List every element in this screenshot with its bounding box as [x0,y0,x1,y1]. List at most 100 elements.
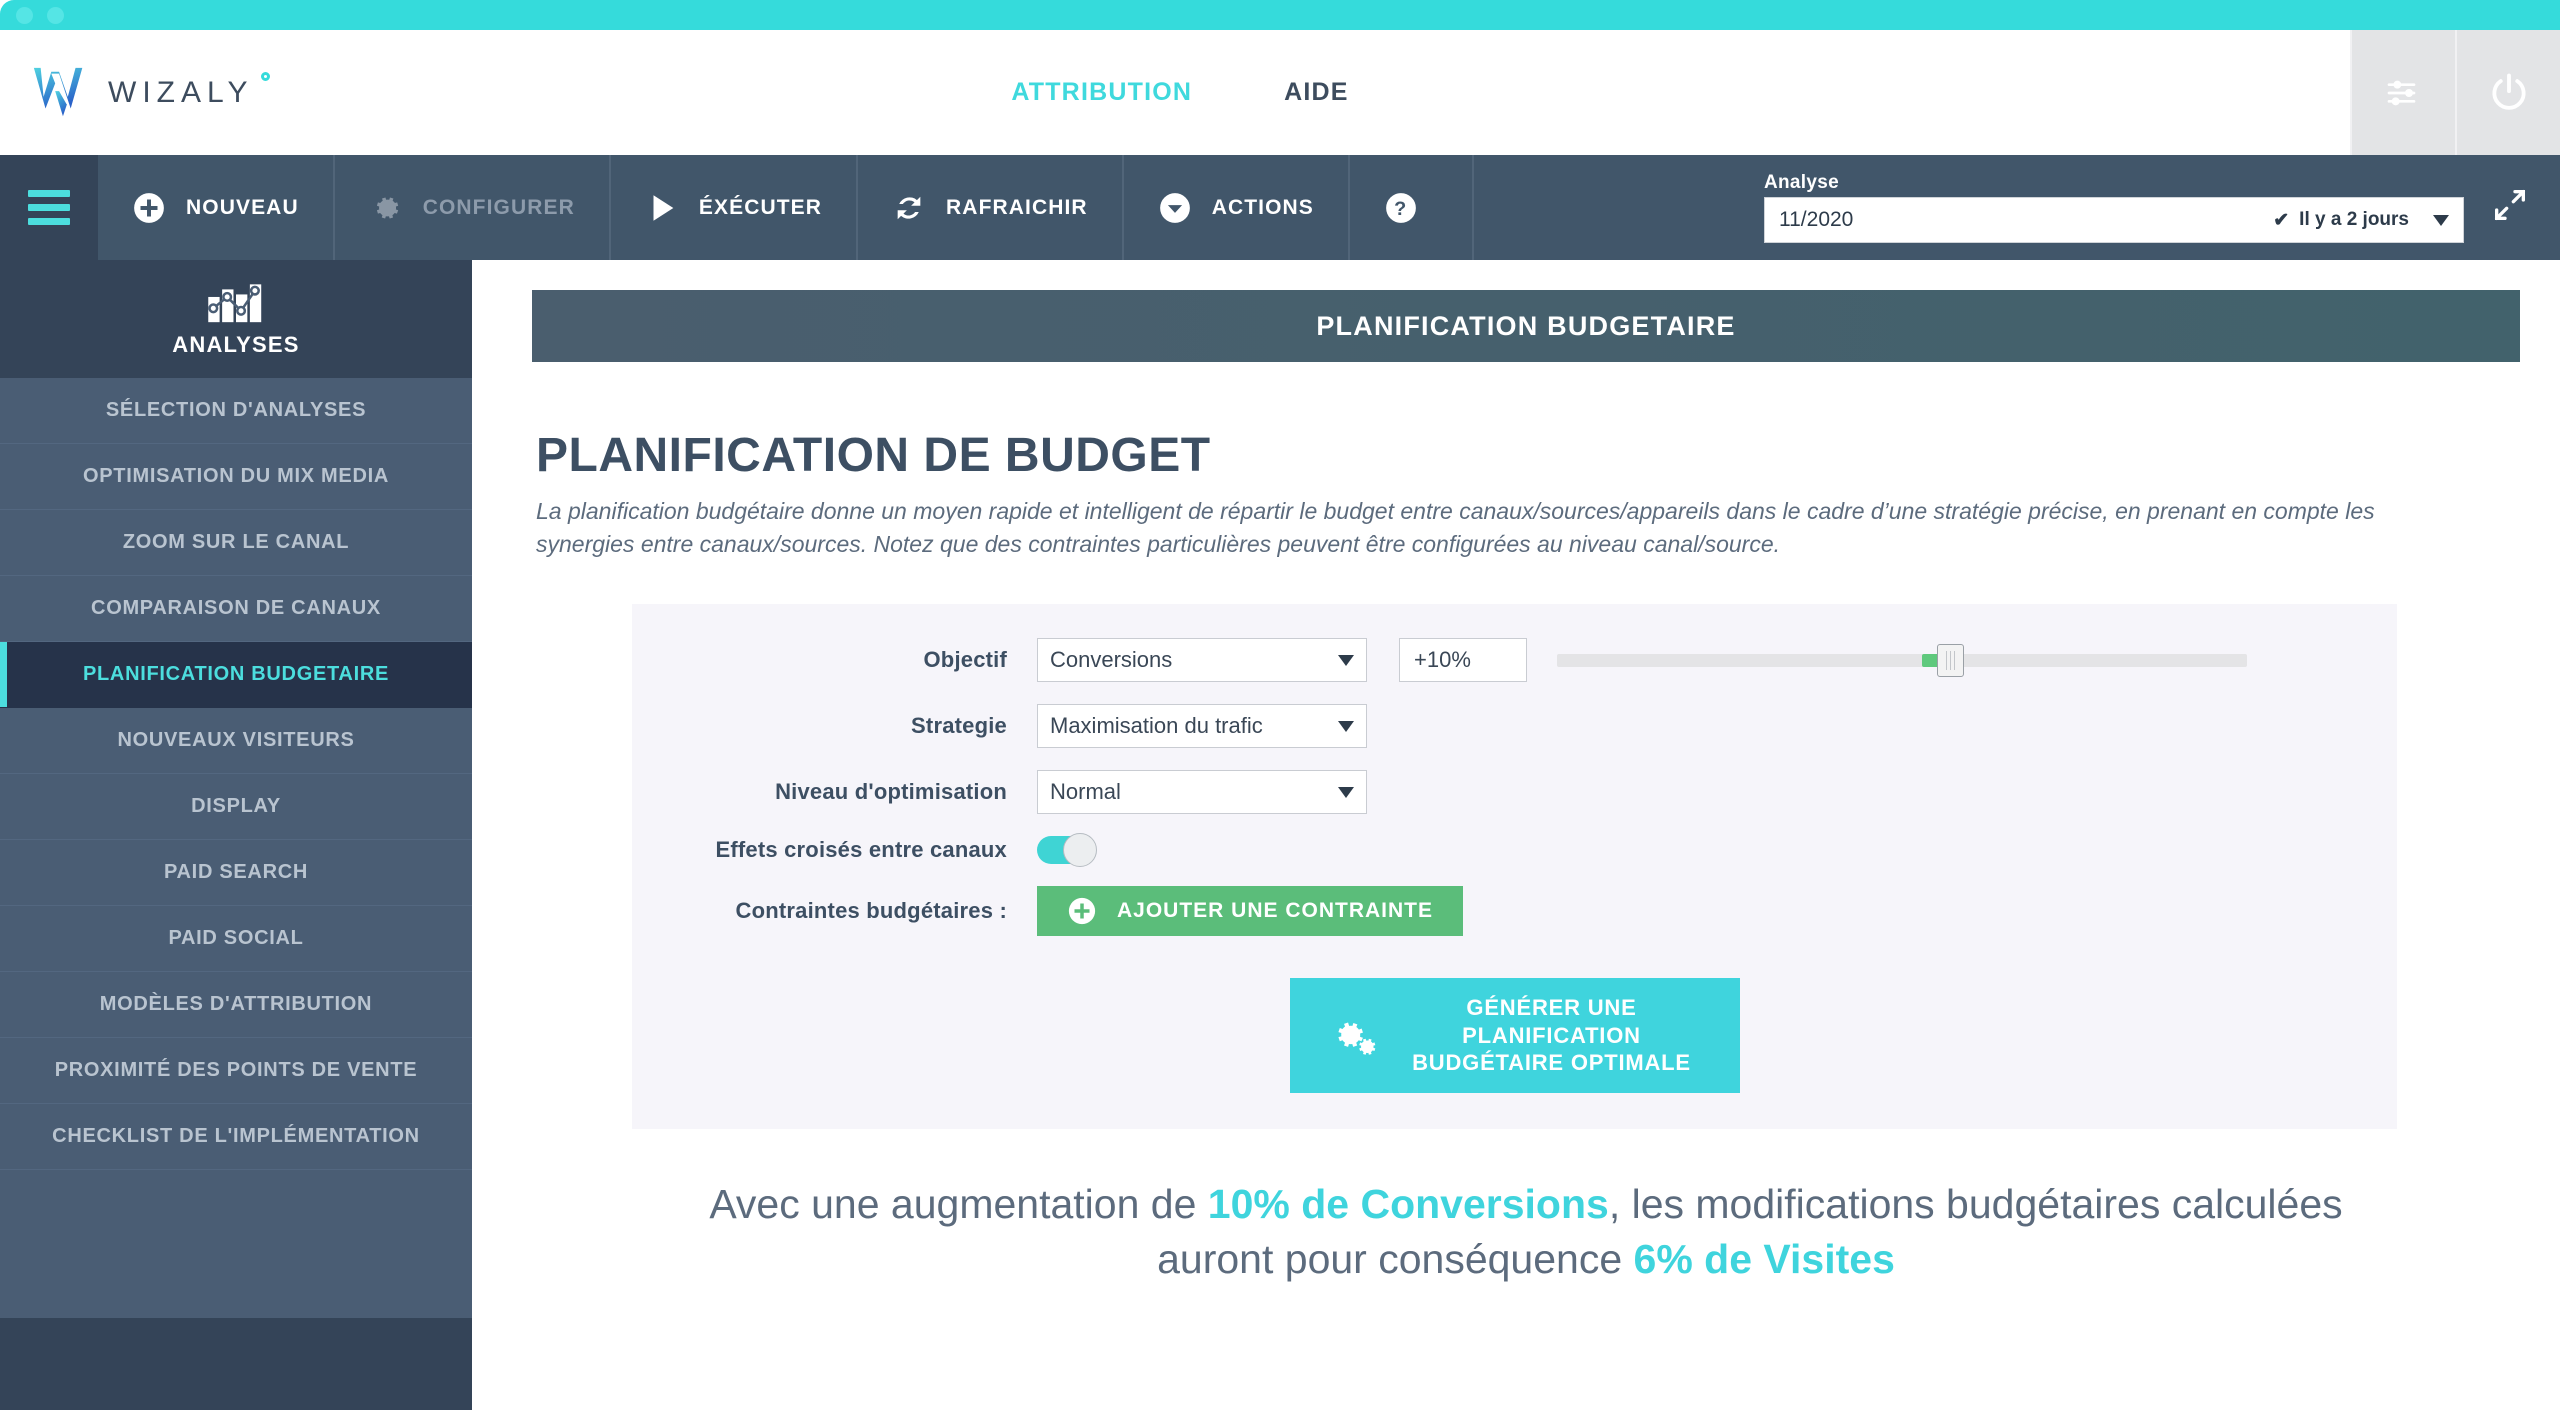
objectif-value: Conversions [1050,647,1173,673]
app-header: WIZALY ATTRIBUTION AIDE [0,0,2560,155]
chevron-down-circle-icon [1158,191,1192,225]
sidebar-item-label: SÉLECTION D'ANALYSES [105,399,367,421]
toolbar-button-configurer[interactable]: CONFIGURER [334,155,611,260]
tab-aide-label: AIDE [1284,78,1349,106]
sidebar-item-label: COMPARAISON DE CANAUX [91,597,381,619]
sidebar-item-comparaison-canaux[interactable]: COMPARAISON DE CANAUX [0,576,472,642]
generate-plan-label: GÉNÉRER UNE PLANIFICATION BUDGÉTAIRE OPT… [1404,994,1700,1077]
settings-button[interactable] [2350,30,2455,155]
tab-aide[interactable]: AIDE [1238,30,1395,155]
sidebar-item-paid-social[interactable]: PAID SOCIAL [0,906,472,972]
expand-button[interactable] [2490,185,2530,230]
strategie-value: Maximisation du trafic [1050,713,1263,739]
form-row-strategie: Strategie Maximisation du trafic [632,704,2397,749]
action-toolbar: NOUVEAU CONFIGURER ÉXÉCUTER RAFRAICHIR A… [0,155,2560,260]
niveau-label: Niveau d'optimisation [775,779,1007,805]
sidebar-item-optimisation-mix-media[interactable]: OPTIMISATION DU MIX MEDIA [0,444,472,510]
form-row-niveau-optimisation: Niveau d'optimisation Normal [632,770,2397,815]
window-title-bar [0,0,2560,30]
analysis-selector-zone: Analyse 11/2020 ✔ Il y a 2 jours [1474,155,2560,260]
objectif-select[interactable]: Conversions [1037,638,1367,683]
toggle-knob [1063,833,1097,868]
logout-button[interactable] [2455,30,2560,155]
chevron-down-icon [1338,786,1354,798]
summary-highlight-visites: 6% de Visites [1633,1236,1895,1283]
contraintes-label: Contraintes budgétaires : [735,898,1007,924]
chevron-down-icon [1338,654,1354,666]
brand-logo[interactable]: WIZALY [0,30,320,155]
toolbar-button-nouveau[interactable]: NOUVEAU [98,155,335,260]
toolbar-button-nouveau-label: NOUVEAU [186,195,299,219]
percent-slider[interactable] [1557,638,2247,682]
bar-chart-icon [208,284,262,323]
sidebar-item-nouveaux-visiteurs[interactable]: NOUVEAUX VISITEURS [0,708,472,774]
summary-part1: Avec une augmentation de [709,1180,1208,1227]
header-spacer [2040,30,2350,155]
sidebar-item-zoom-canal[interactable]: ZOOM SUR LE CANAL [0,510,472,576]
sidebar-item-label: ZOOM SUR LE CANAL [122,531,350,553]
sidebar-item-selection-analyses[interactable]: SÉLECTION D'ANALYSES [0,378,472,444]
sidebar-item-label: OPTIMISATION DU MIX MEDIA [82,465,389,487]
settings-sliders-icon [2387,80,2415,105]
chevron-down-icon [2433,214,2449,226]
sidebar-item-label: PAID SOCIAL [168,927,304,949]
sidebar-item-modeles-attribution[interactable]: MODÈLES D'ATTRIBUTION [0,972,472,1038]
wizaly-logo-icon [33,67,83,116]
svg-text:?: ? [1394,198,1408,220]
sidebar-item-display[interactable]: DISPLAY [0,774,472,840]
slider-thumb[interactable] [1937,643,1965,677]
niveau-value: Normal [1050,779,1121,805]
niveau-select[interactable]: Normal [1037,770,1367,815]
main-nav: ATTRIBUTION AIDE [320,0,2040,155]
power-icon [2491,73,2526,110]
effets-croises-toggle[interactable] [1037,833,1097,868]
analysis-age-label: Il y a 2 jours [2299,209,2409,230]
objectif-label: Objectif [923,647,1007,673]
brand-text: WIZALY [108,75,254,109]
toolbar-button-help[interactable]: ? [1349,155,1474,260]
panel-title: PLANIFICATION BUDGETAIRE [1316,310,1736,341]
sidebar-item-proximite-points-vente[interactable]: PROXIMITÉ DES POINTS DE VENTE [0,1038,472,1104]
generate-plan-button[interactable]: GÉNÉRER UNE PLANIFICATION BUDGÉTAIRE OPT… [1289,978,1740,1093]
strategie-label: Strategie [911,713,1007,739]
sidebar-item-label: DISPLAY [191,795,281,817]
percent-input[interactable]: +10% [1399,638,1527,683]
toolbar-button-rafraichir[interactable]: RAFRAICHIR [858,155,1124,260]
plus-circle-icon [1067,896,1097,926]
analysis-label: Analyse [1764,172,1839,193]
analysis-value: 11/2020 [1779,208,1854,231]
toolbar-button-executer-label: ÉXÉCUTER [698,195,823,219]
sidebar-item-label: MODÈLES D'ATTRIBUTION [99,993,373,1015]
chevron-down-icon [1338,720,1354,732]
summary-text: Avec une augmentation de 10% de Conversi… [532,1177,2520,1288]
add-constraint-label: AJOUTER UNE CONTRAINTE [1117,899,1434,923]
tab-attribution[interactable]: ATTRIBUTION [965,0,1238,155]
generate-plan-line1: GÉNÉRER UNE PLANIFICATION [1462,995,1641,1048]
generate-plan-line2: BUDGÉTAIRE OPTIMALE [1412,1050,1691,1076]
gears-icon [1330,1014,1378,1058]
sidebar-item-paid-search[interactable]: PAID SEARCH [0,840,472,906]
hamburger-icon [28,190,70,225]
panel-title-bar: PLANIFICATION BUDGETAIRE [532,290,2520,362]
sidebar-footer [0,1318,472,1410]
toolbar-button-actions[interactable]: ACTIONS [1123,155,1350,260]
strategie-select[interactable]: Maximisation du trafic [1037,704,1367,749]
analysis-dropdown[interactable]: 11/2020 ✔ Il y a 2 jours [1764,197,2464,243]
menu-toggle-button[interactable] [0,155,98,260]
sidebar-item-planification-budgetaire[interactable]: PLANIFICATION BUDGETAIRE [0,642,472,708]
window-dot-2[interactable] [47,7,64,24]
effets-label: Effets croisés entre canaux [715,837,1007,863]
toolbar-button-executer[interactable]: ÉXÉCUTER [610,155,859,260]
analysis-field: Analyse 11/2020 ✔ Il y a 2 jours [1764,172,2464,243]
sidebar-filler [0,1170,472,1290]
sidebar: ANALYSES SÉLECTION D'ANALYSES OPTIMISATI… [0,260,472,1410]
form-row-effets-croises: Effets croisés entre canaux [632,833,2397,868]
sidebar-item-checklist-implementation[interactable]: CHECKLIST DE L'IMPLÉMENTATION [0,1104,472,1170]
main-content: PLANIFICATION BUDGETAIRE PLANIFICATION D… [472,260,2560,1410]
toolbar-button-rafraichir-label: RAFRAICHIR [946,195,1088,219]
tab-attribution-label: ATTRIBUTION [1011,78,1193,106]
toolbar-button-actions-label: ACTIONS [1211,195,1314,219]
expand-arrows-icon [2495,190,2525,220]
add-constraint-button[interactable]: AJOUTER UNE CONTRAINTE [1037,886,1464,937]
window-dot-1[interactable] [16,7,33,24]
